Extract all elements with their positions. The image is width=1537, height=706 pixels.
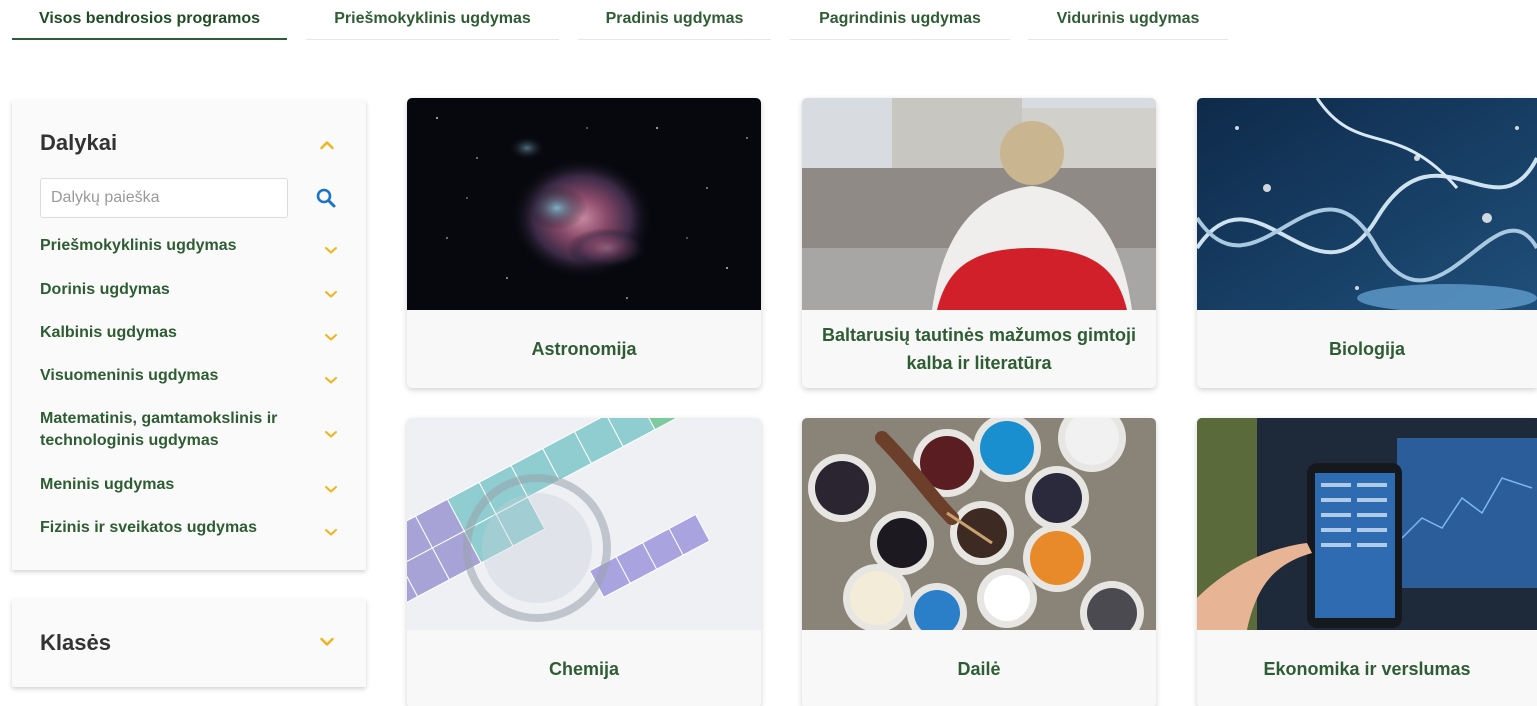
subject-item-arts[interactable]: Meninis ugdymas (40, 474, 320, 496)
subject-card-astronomy[interactable]: Astronomija (407, 98, 761, 388)
card-title: Dailė (957, 659, 1001, 679)
program-tabs: Visos bendrosios programos Priešmokyklin… (0, 0, 1537, 42)
subject-item-social[interactable]: Visuomeninis ugdymas (40, 365, 320, 387)
card-title: Ekonomika ir verslumas (1263, 659, 1471, 679)
card-title: Biologija (1329, 339, 1405, 359)
subject-item-language[interactable]: Kalbinis ugdymas (40, 322, 320, 344)
paint-cans-image (802, 418, 1156, 630)
card-title: Baltarusių tautinės mažumos gimtoji kalb… (821, 325, 1137, 373)
trading-tablet-image (1197, 418, 1537, 630)
chevron-down-icon[interactable] (324, 372, 338, 384)
flag-crowd-image (802, 98, 1156, 310)
subject-card-biology[interactable]: Biologija (1197, 98, 1537, 388)
chevron-down-icon[interactable] (324, 426, 338, 438)
tab-basic[interactable]: Pagrindinis ugdymas (790, 0, 1010, 40)
subject-card-art[interactable]: Dailė (802, 418, 1156, 706)
grades-title: Klasės (40, 630, 111, 655)
chevron-down-icon[interactable] (324, 524, 338, 536)
chevron-down-icon[interactable] (324, 242, 338, 254)
chevron-down-icon[interactable] (324, 329, 338, 341)
subject-item-ethics[interactable]: Dorinis ugdymas (40, 279, 320, 301)
subjects-search-input[interactable] (40, 178, 288, 218)
subject-card-economics[interactable]: Ekonomika ir verslumas (1197, 418, 1537, 706)
periodic-table-image (407, 418, 761, 630)
tab-all-programs[interactable]: Visos bendrosios programos (12, 0, 287, 40)
search-icon[interactable] (316, 188, 336, 208)
tab-primary[interactable]: Pradinis ugdymas (578, 0, 771, 40)
tab-preschool[interactable]: Priešmokyklinis ugdymas (306, 0, 559, 40)
subjects-filter-panel: Dalykai Priešmokyklinis ugdymas Dorinis … (12, 100, 366, 570)
grades-filter-panel[interactable]: Klasės (12, 599, 366, 687)
chevron-down-icon[interactable] (324, 286, 338, 298)
subjects-title: Dalykai (40, 130, 118, 155)
chevron-down-icon[interactable] (320, 637, 334, 647)
card-title: Astronomija (531, 339, 637, 359)
dna-image (1197, 98, 1537, 310)
subject-item-preschool[interactable]: Priešmokyklinis ugdymas (40, 235, 320, 257)
subject-card-belarusian[interactable]: Baltarusių tautinės mažumos gimtoji kalb… (802, 98, 1156, 388)
subject-card-chemistry[interactable]: Chemija (407, 418, 761, 706)
nebula-image (407, 98, 761, 310)
card-title: Chemija (548, 659, 620, 679)
chevron-down-icon[interactable] (324, 481, 338, 493)
subject-item-physical[interactable]: Fizinis ir sveikatos ugdymas (40, 517, 320, 539)
tab-secondary[interactable]: Vidurinis ugdymas (1028, 0, 1228, 40)
subject-item-stem[interactable]: Matematinis, gamtamokslinis ir technolog… (40, 408, 300, 452)
chevron-up-icon[interactable] (320, 140, 334, 150)
